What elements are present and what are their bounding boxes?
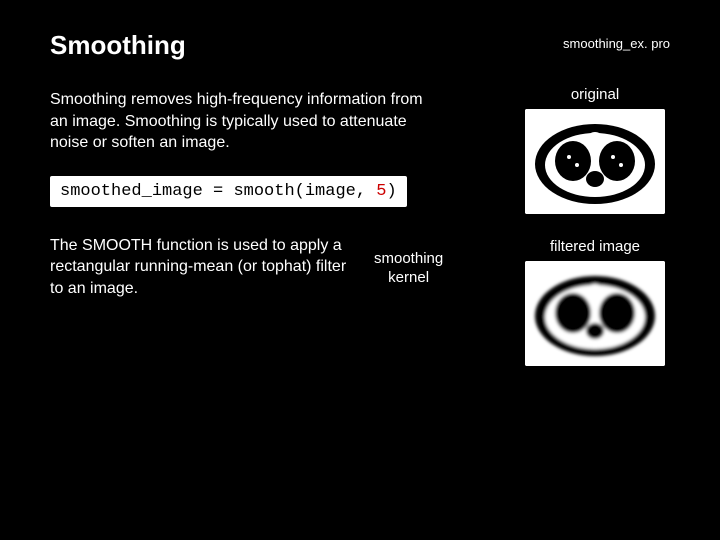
code-close: ) [386, 182, 396, 201]
kernel-label-line2: kernel [388, 269, 429, 286]
smooth-description: The SMOOTH function is used to apply a r… [50, 235, 350, 300]
code-arg-number: 5 [376, 182, 386, 201]
image-column: original filtered image [520, 86, 670, 366]
kernel-label: smoothing kernel [374, 249, 443, 288]
intro-paragraph: Smoothing removes high-frequency informa… [50, 89, 440, 154]
code-snippet: smoothed_image = smooth(image, 5) [50, 176, 407, 207]
kernel-label-line1: smoothing [374, 250, 443, 267]
code-func: smooth [233, 182, 294, 201]
original-ct-image [525, 109, 665, 214]
code-open: (image, [295, 182, 377, 201]
original-label: original [520, 86, 670, 103]
filtered-ct-image [525, 261, 665, 366]
filtered-label: filtered image [520, 238, 670, 255]
code-lhs: smoothed_image = [60, 182, 233, 201]
slide: Smoothing smoothing_ex. pro Smoothing re… [0, 0, 720, 540]
filename-label: smoothing_ex. pro [563, 36, 670, 51]
